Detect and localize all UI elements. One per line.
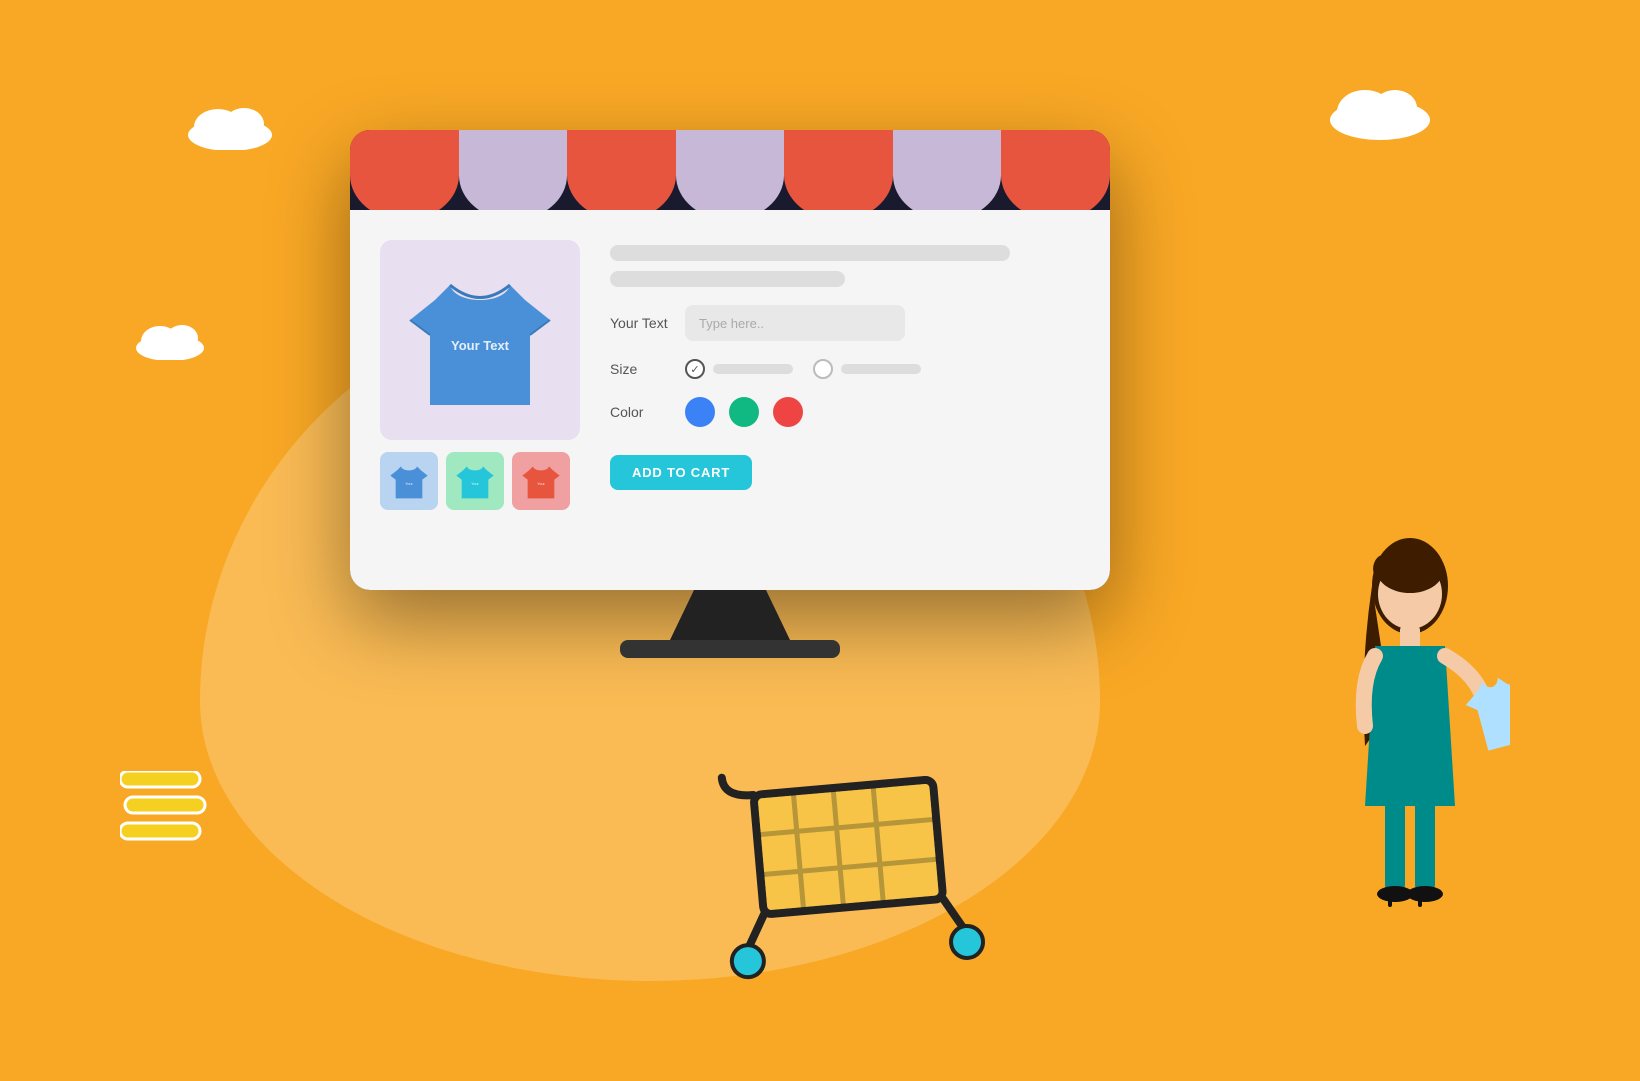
monitor: Your Text Your	[350, 130, 1110, 590]
awning-stripe-6	[893, 130, 1002, 210]
cloud-top-left	[180, 100, 280, 150]
product-thumbnails: Your Your Your	[380, 452, 580, 510]
svg-text:Your: Your	[471, 482, 479, 486]
product-price-placeholder	[610, 271, 845, 287]
product-details: Your Text Type here.. Size	[610, 240, 1080, 560]
product-image-area: Your Text Your	[380, 240, 580, 560]
color-row: Color	[610, 397, 1080, 427]
color-options	[685, 397, 803, 427]
size-options	[685, 359, 921, 379]
monitor-stand	[670, 590, 790, 640]
add-to-cart-button[interactable]: ADD TO CART	[610, 455, 752, 490]
thumbnail-green[interactable]: Your	[446, 452, 504, 510]
cloud-left-middle	[130, 320, 210, 360]
text-label: Your Text	[610, 315, 670, 331]
size-row: Size	[610, 359, 1080, 379]
awning-stripe-2	[459, 130, 568, 210]
color-label: Color	[610, 404, 670, 420]
size-option-m[interactable]	[813, 359, 921, 379]
color-option-red[interactable]	[773, 397, 803, 427]
woman-illustration	[1310, 526, 1510, 1006]
shopping-cart-illustration	[711, 744, 1009, 988]
size-radio-unchecked[interactable]	[813, 359, 833, 379]
color-option-blue[interactable]	[685, 397, 715, 427]
main-product-image: Your Text	[380, 240, 580, 440]
monitor-base	[620, 640, 840, 658]
size-label: Size	[610, 361, 670, 377]
thumb-tshirt-green: Your	[455, 459, 495, 503]
decorative-lines	[120, 771, 210, 851]
svg-text:Your Text: Your Text	[451, 338, 510, 353]
cloud-top-right	[1320, 80, 1440, 140]
text-placeholder: Type here..	[699, 316, 764, 331]
text-customization-row: Your Text Type here..	[610, 305, 1080, 341]
awning-stripe-4	[676, 130, 785, 210]
thumb-tshirt-red: Your	[521, 459, 561, 503]
svg-text:Your: Your	[405, 482, 413, 486]
awning-stripe-5	[784, 130, 893, 210]
size-option-s[interactable]	[685, 359, 793, 379]
thumbnail-blue[interactable]: Your	[380, 452, 438, 510]
store-awning	[350, 130, 1110, 210]
thumbnail-red[interactable]: Your	[512, 452, 570, 510]
awning-stripe-3	[567, 130, 676, 210]
monitor-container: Your Text Your	[350, 130, 1110, 658]
size-radio-checked[interactable]	[685, 359, 705, 379]
screen-content: Your Text Your	[350, 210, 1110, 590]
color-option-green[interactable]	[729, 397, 759, 427]
awning-stripe-1	[350, 130, 459, 210]
text-input[interactable]: Type here..	[685, 305, 905, 341]
size-bar-s	[713, 364, 793, 374]
tshirt-main-svg: Your Text	[405, 260, 555, 420]
size-bar-m	[841, 364, 921, 374]
thumb-tshirt-blue: Your	[389, 459, 429, 503]
product-title-placeholder	[610, 245, 1010, 261]
svg-text:Your: Your	[537, 482, 545, 486]
awning-stripe-7	[1001, 130, 1110, 210]
